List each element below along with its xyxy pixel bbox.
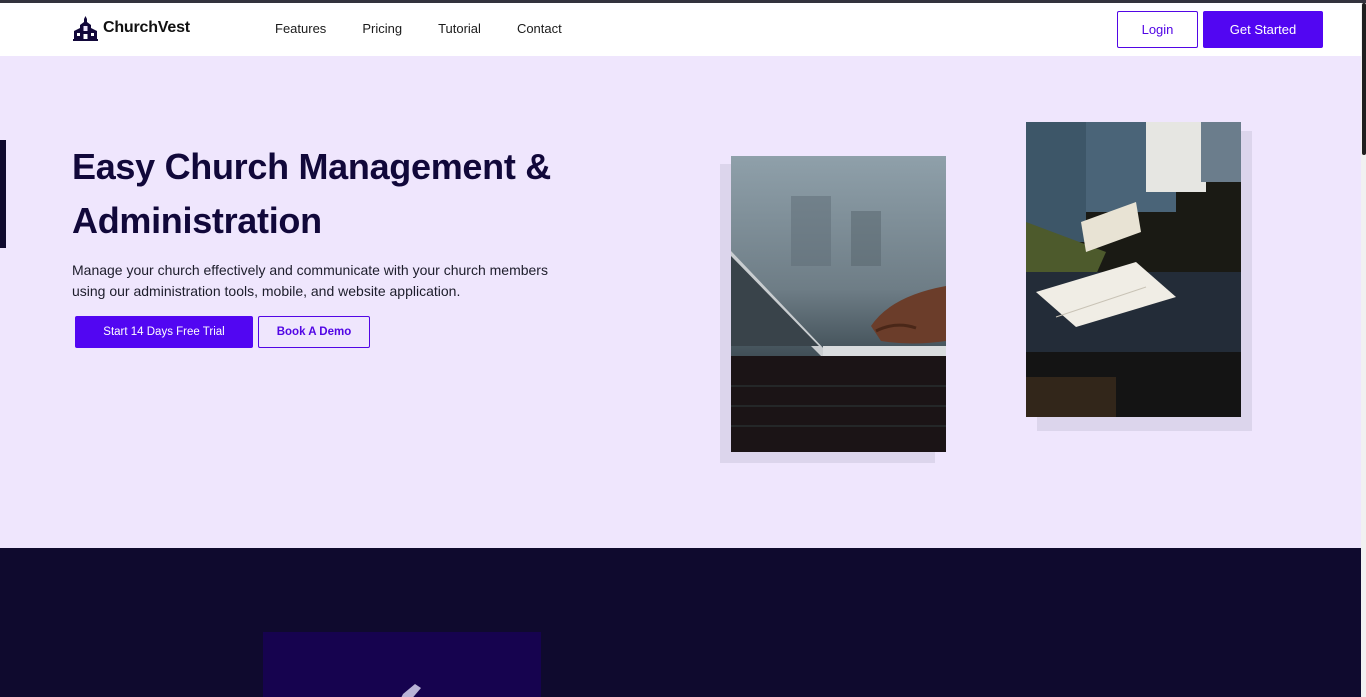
feature-card (263, 632, 541, 697)
features-section (0, 548, 1361, 697)
page-scrollbar-thumb[interactable] (1362, 3, 1366, 155)
side-accent-bar (0, 140, 6, 248)
feature-card-illustration (401, 684, 421, 697)
hero-title-line2: Administration (72, 200, 322, 241)
start-free-trial-button[interactable]: Start 14 Days Free Trial (75, 316, 253, 348)
laptop-typing-photo (731, 156, 946, 452)
login-button[interactable]: Login (1117, 11, 1198, 48)
hero-title-line1: Easy Church Management & (72, 146, 551, 187)
hero-title: Easy Church Management & Administration (72, 140, 632, 248)
hero-section: Easy Church Management & Administration … (0, 56, 1361, 548)
brand-logo[interactable]: ChurchVest (72, 15, 190, 41)
get-started-button[interactable]: Get Started (1203, 11, 1323, 48)
brand-name: ChurchVest (103, 19, 190, 36)
church-building-icon (73, 16, 98, 41)
nav-link-features[interactable]: Features (275, 21, 326, 36)
book-demo-button[interactable]: Book A Demo (258, 316, 370, 348)
nav-link-pricing[interactable]: Pricing (362, 21, 402, 36)
congregation-bible-photo (1026, 122, 1241, 417)
top-navbar: ChurchVest Features Pricing Tutorial Con… (0, 3, 1361, 56)
nav-link-contact[interactable]: Contact (517, 21, 562, 36)
main-nav: Features Pricing Tutorial Contact (275, 21, 562, 36)
nav-link-tutorial[interactable]: Tutorial (438, 21, 481, 36)
hero-description: Manage your church effectively and commu… (72, 262, 548, 299)
